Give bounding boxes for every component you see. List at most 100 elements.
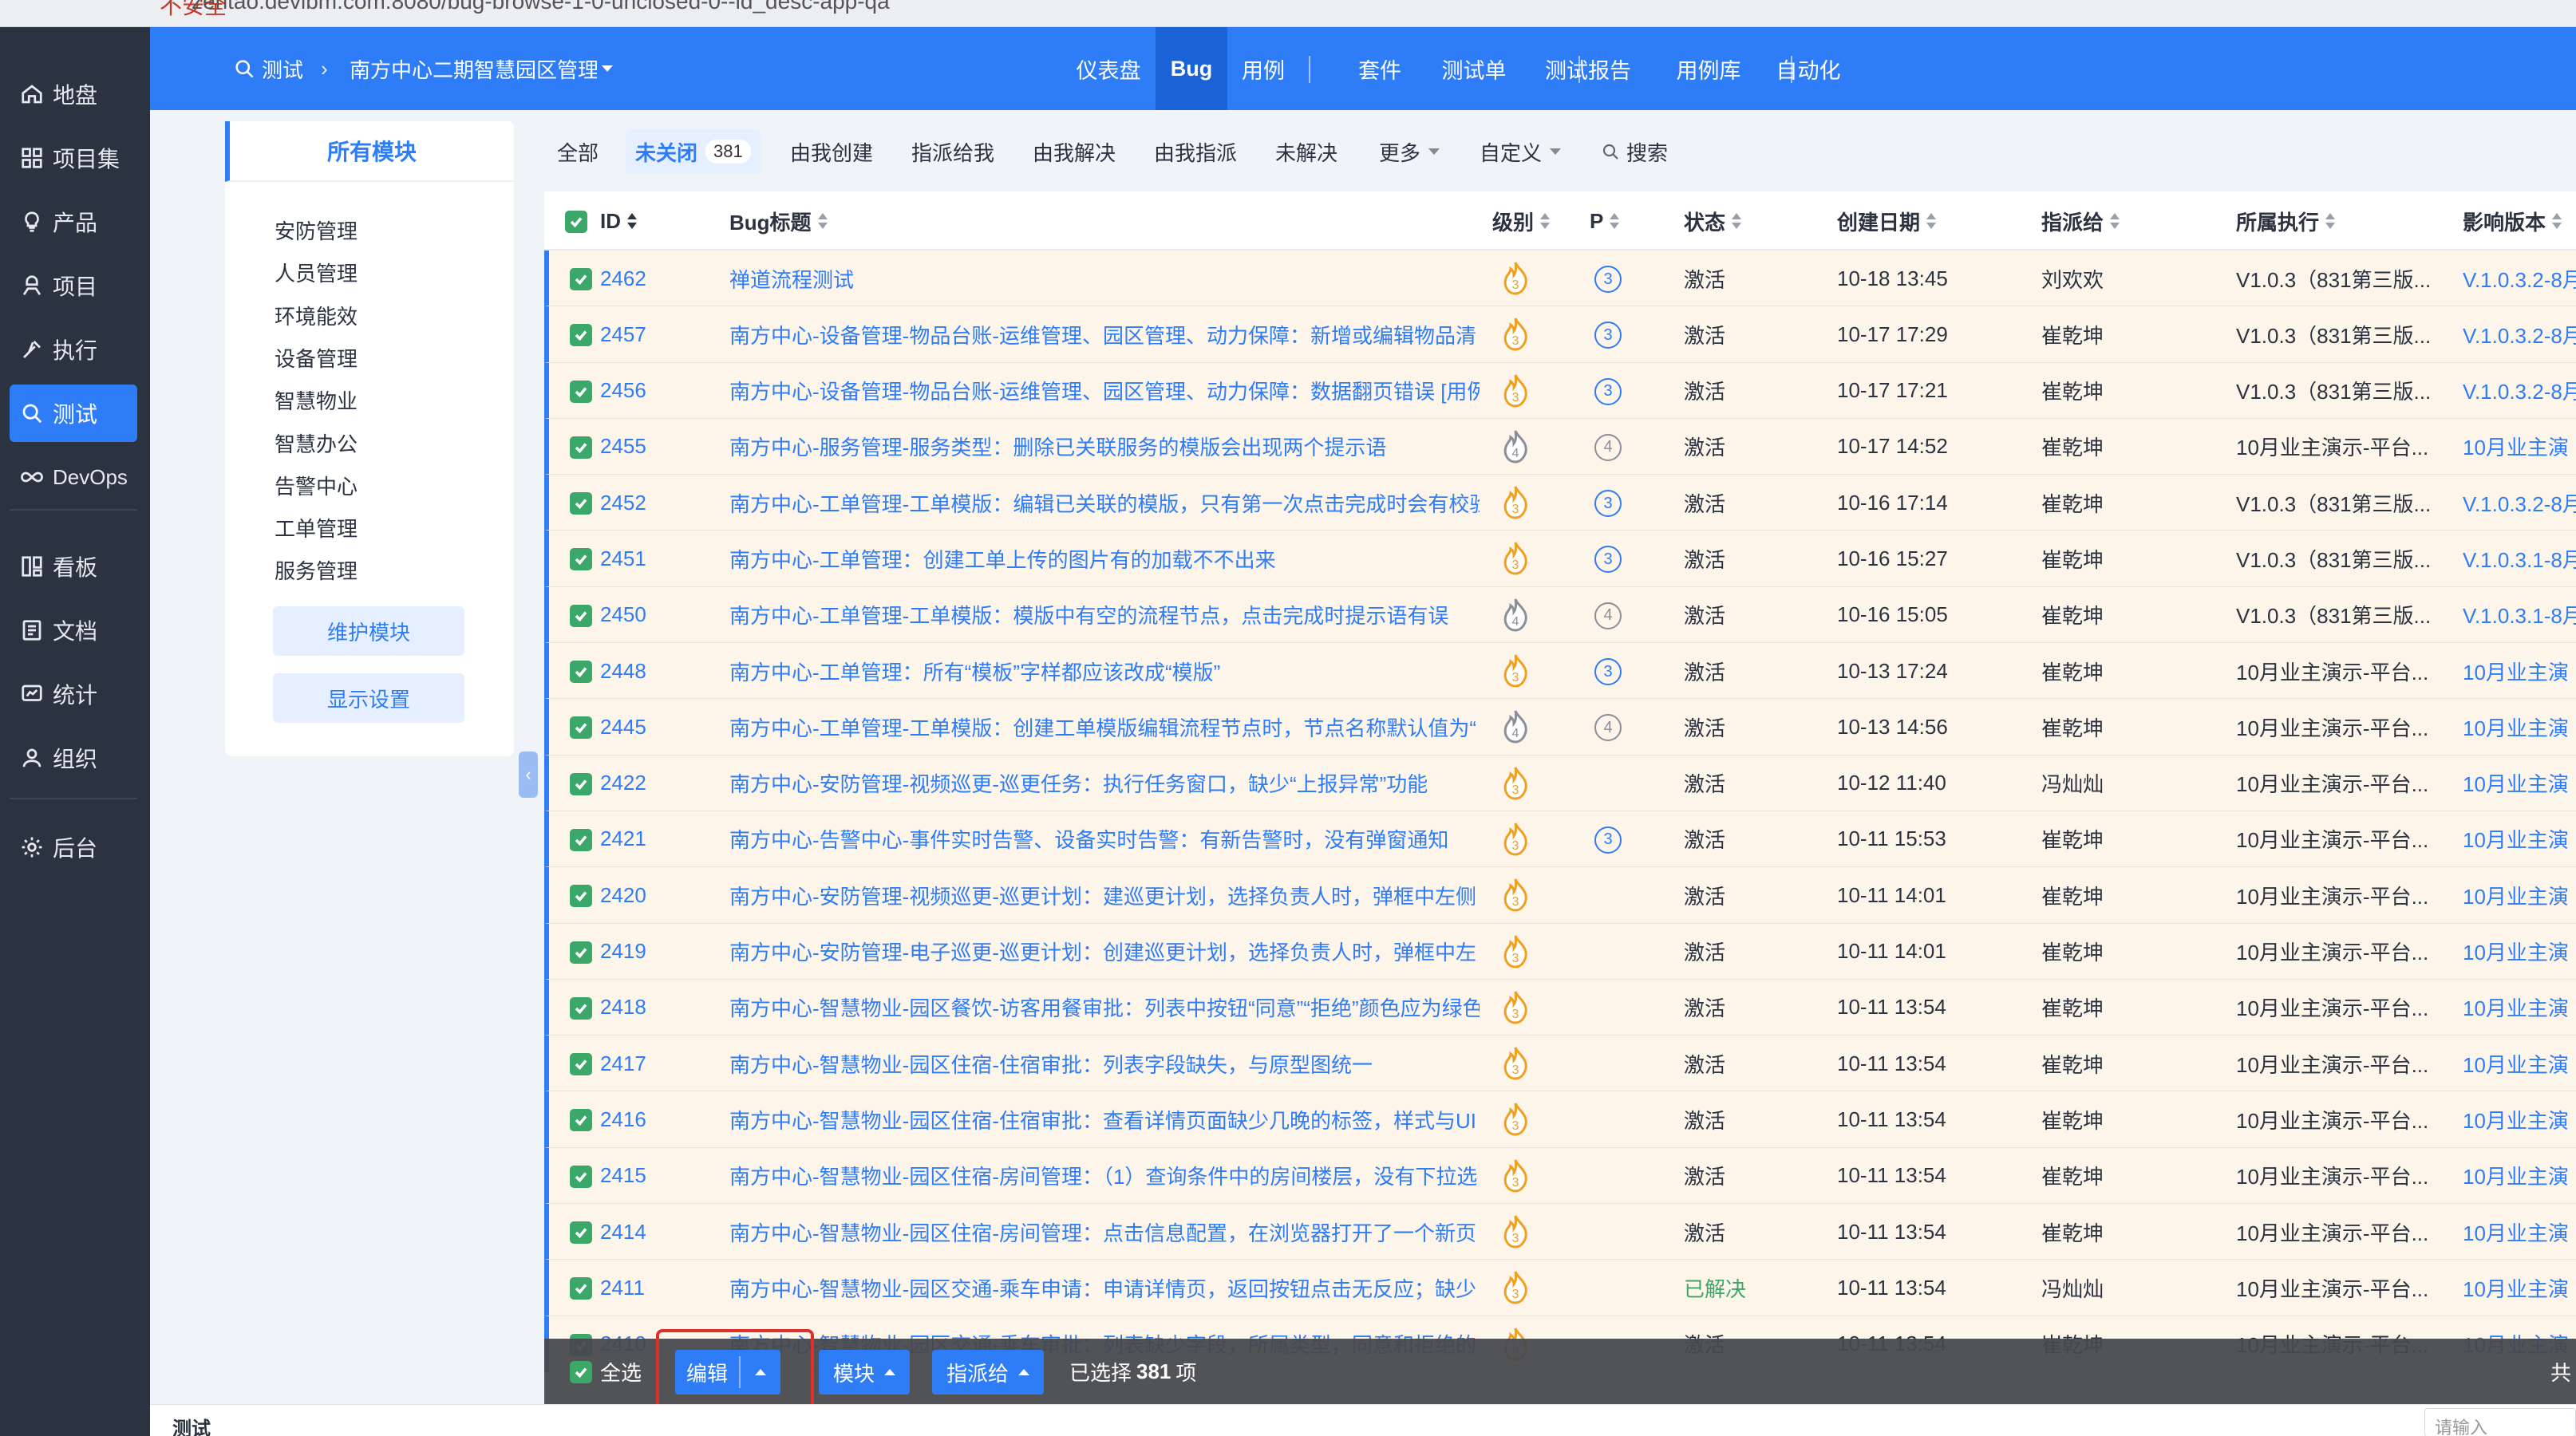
table-row[interactable]: 2420 南方中心-安防管理-视频巡更-巡更计划：建巡更计划，选择负责人时，弹框中… <box>544 867 2576 924</box>
browser-url-bar[interactable]: 不安全 zentao.devibm.com:8080/bug-browse-1-… <box>0 0 2576 27</box>
bug-title-link[interactable]: 南方中心-设备管理-物品台账-运维管理、园区管理、动力保障：数据翻页错误 [用例 <box>729 363 1480 419</box>
nav-item-6[interactable]: DevOps <box>10 448 137 506</box>
filter-tab-2[interactable]: 由我解决 <box>1033 129 1116 174</box>
select-all-checkbox[interactable] <box>570 1361 592 1383</box>
bug-id[interactable]: 2445 <box>600 699 680 755</box>
nav-item-2[interactable]: 产品 <box>10 193 137 251</box>
affected-version[interactable]: V.1.0.3.1-8月 <box>2463 531 2576 586</box>
bug-id[interactable]: 2457 <box>600 306 680 362</box>
row-checkbox[interactable] <box>570 436 592 459</box>
top-nav-tab-1[interactable]: Bug <box>1156 27 1227 110</box>
nav-item-11[interactable]: 后台 <box>10 819 137 876</box>
affected-version[interactable]: V.1.0.3.1-8月 <box>2463 587 2576 643</box>
bug-title-link[interactable]: 南方中心-智慧物业-园区住宿-房间管理：点击信息配置，在浏览器打开了一个新页 <box>729 1204 1480 1260</box>
bug-id[interactable]: 2452 <box>600 475 680 531</box>
bug-title-link[interactable]: 南方中心-安防管理-视频巡更-巡更计划：建巡更计划，选择负责人时，弹框中左侧 <box>729 867 1480 923</box>
table-row[interactable]: 2414 南方中心-智慧物业-园区住宿-房间管理：点击信息配置，在浏览器打开了一个… <box>544 1204 2576 1260</box>
bug-id[interactable]: 2411 <box>600 1260 680 1316</box>
affected-version[interactable]: 10月业主演 <box>2463 867 2576 923</box>
row-checkbox[interactable] <box>570 1053 592 1076</box>
bug-id[interactable]: 2451 <box>600 531 680 586</box>
table-row[interactable]: 2445 南方中心-工单管理-工单模版：创建工单模版编辑流程节点时，节点名称默认值… <box>544 699 2576 755</box>
assign-button[interactable]: 指派给 <box>932 1350 1045 1395</box>
bug-id[interactable]: 2448 <box>600 643 680 699</box>
column-header-status[interactable]: 状态 <box>1684 191 1742 251</box>
column-header-assignee[interactable]: 指派给 <box>2041 191 2120 251</box>
filter-search[interactable]: 搜索 <box>1601 129 1668 174</box>
bug-title-link[interactable]: 南方中心-工单管理-工单模版：创建工单模版编辑流程节点时，节点名称默认值为“ <box>729 699 1480 755</box>
nav-item-10[interactable]: 组织 <box>10 729 137 787</box>
top-nav-tab-5[interactable]: 测试报告 <box>1532 27 1644 110</box>
row-checkbox[interactable] <box>570 661 592 684</box>
nav-item-1[interactable]: 项目集 <box>10 129 137 187</box>
bug-id[interactable]: 2418 <box>600 980 680 1036</box>
affected-version[interactable]: 10月业主演 <box>2463 419 2576 475</box>
top-nav-tab-0[interactable]: 仪表盘 <box>1065 27 1152 110</box>
bug-id[interactable]: 2422 <box>600 755 680 811</box>
breadcrumb-app[interactable]: 测试 <box>233 27 303 110</box>
bug-title-link[interactable]: 南方中心-智慧物业-园区住宿-房间管理：（1）查询条件中的房间楼层，没有下拉选 <box>729 1148 1480 1204</box>
bug-title-link[interactable]: 南方中心-工单管理：所有“模板”字样都应该改成“模版” <box>729 643 1480 699</box>
filter-more[interactable]: 更多 <box>1379 129 1440 174</box>
nav-item-9[interactable]: 统计 <box>10 665 137 723</box>
table-row[interactable]: 2452 南方中心-工单管理-工单模版：编辑已关联的模版，只有第一次点击完成时会有… <box>544 475 2576 531</box>
row-checkbox[interactable] <box>570 1221 592 1245</box>
table-row[interactable]: 2411 南方中心-智慧物业-园区交通-乘车申请：申请详情页，返回按钮点击无反应；… <box>544 1260 2576 1316</box>
row-checkbox[interactable] <box>570 716 592 740</box>
module-item[interactable]: 告警中心 <box>275 471 358 500</box>
row-checkbox[interactable] <box>570 1165 592 1188</box>
bug-title-link[interactable]: 南方中心-工单管理-工单模版：模版中有空的流程节点，点击完成时提示语有误 <box>729 587 1480 643</box>
table-row[interactable]: 2419 南方中心-安防管理-电子巡更-巡更计划：创建巡更计划，选择负责人时，弹框… <box>544 923 2576 980</box>
filter-unclosed[interactable]: 未关闭 381 <box>626 129 761 174</box>
bug-title-link[interactable]: 南方中心-工单管理：创建工单上传的图片有的加载不不出来 <box>729 531 1480 586</box>
table-row[interactable]: 2455 南方中心-服务管理-服务类型：删除已关联服务的模版会出现两个提示语 4 4 激… <box>544 418 2576 475</box>
row-checkbox[interactable] <box>570 1277 592 1300</box>
filter-custom[interactable]: 自定义 <box>1480 129 1562 174</box>
table-row[interactable]: 2457 南方中心-设备管理-物品台账-运维管理、园区管理、动力保障：新增或编辑物… <box>544 306 2576 363</box>
table-row[interactable]: 2450 南方中心-工单管理-工单模版：模版中有空的流程节点，点击完成时提示语有误… <box>544 586 2576 644</box>
row-checkbox[interactable] <box>570 268 592 290</box>
row-checkbox[interactable] <box>570 604 592 627</box>
header-checkbox[interactable] <box>565 211 587 233</box>
column-header-sev[interactable]: 级别 <box>1492 191 1551 251</box>
filter-tab-4[interactable]: 未解决 <box>1275 129 1337 174</box>
column-header-id[interactable]: ID <box>600 191 637 251</box>
row-checkbox[interactable] <box>570 828 592 851</box>
bug-title-link[interactable]: 南方中心-安防管理-电子巡更-巡更计划：创建巡更计划，选择负责人时，弹框中左 <box>729 924 1480 980</box>
nav-item-4[interactable]: 执行 <box>10 321 137 378</box>
affected-version[interactable]: V.1.0.3.2-8月 <box>2463 251 2576 306</box>
affected-version[interactable]: 10月业主演 <box>2463 1036 2576 1091</box>
bug-id[interactable]: 2421 <box>600 811 680 867</box>
maintain-module-button[interactable]: 维护模块 <box>273 606 464 656</box>
table-row[interactable]: 2416 南方中心-智慧物业-园区住宿-住宿审批：查看详情页面缺少几晚的标签，样式… <box>544 1091 2576 1148</box>
bug-title-link[interactable]: 南方中心-服务管理-服务类型：删除已关联服务的模版会出现两个提示语 <box>729 419 1480 475</box>
filter-tab-1[interactable]: 指派给我 <box>911 129 994 174</box>
affected-version[interactable]: V.1.0.3.2-8月 <box>2463 475 2576 531</box>
filter-tab-0[interactable]: 由我创建 <box>790 129 873 174</box>
bug-id[interactable]: 2456 <box>600 363 680 419</box>
nav-item-5[interactable]: 测试 <box>10 385 137 442</box>
product-selector[interactable]: 南方中心二期智慧园区管理 <box>350 27 765 110</box>
module-item[interactable]: 安防管理 <box>275 215 358 245</box>
select-all-label[interactable]: 全选 <box>600 1339 642 1404</box>
table-row[interactable]: 2448 南方中心-工单管理：所有“模板”字样都应该改成“模版” 3 3 激活 10-13… <box>544 643 2576 700</box>
module-item[interactable]: 设备管理 <box>275 343 358 373</box>
row-checkbox[interactable] <box>570 380 592 403</box>
row-checkbox[interactable] <box>570 996 592 1020</box>
row-checkbox[interactable] <box>570 492 592 515</box>
module-item[interactable]: 智慧办公 <box>275 428 358 458</box>
bug-title-link[interactable]: 南方中心-安防管理-视频巡更-巡更任务：执行任务窗口，缺少“上报异常”功能 <box>729 755 1480 811</box>
affected-version[interactable]: 10月业主演 <box>2463 1148 2576 1204</box>
column-header-version[interactable]: 影响版本 <box>2463 191 2562 251</box>
bug-id[interactable]: 2416 <box>600 1091 680 1147</box>
top-nav-tab-4[interactable]: 测试单 <box>1438 27 1510 110</box>
bug-title-link[interactable]: 南方中心-智慧物业-园区住宿-住宿审批：查看详情页面缺少几晚的标签，样式与UI <box>729 1091 1480 1147</box>
affected-version[interactable]: 10月业主演 <box>2463 699 2576 755</box>
bug-title-link[interactable]: 南方中心-设备管理-物品台账-运维管理、园区管理、动力保障：新增或编辑物品清 <box>729 306 1480 362</box>
display-settings-button[interactable]: 显示设置 <box>273 673 464 723</box>
top-nav-tab-2[interactable]: 用例 <box>1227 27 1299 110</box>
url-text[interactable]: zentao.devibm.com:8080/bug-browse-1-0-un… <box>192 0 890 14</box>
affected-version[interactable]: 10月业主演 <box>2463 1260 2576 1316</box>
module-button[interactable]: 模块 <box>819 1350 911 1395</box>
column-header-pri[interactable]: P <box>1590 191 1620 251</box>
